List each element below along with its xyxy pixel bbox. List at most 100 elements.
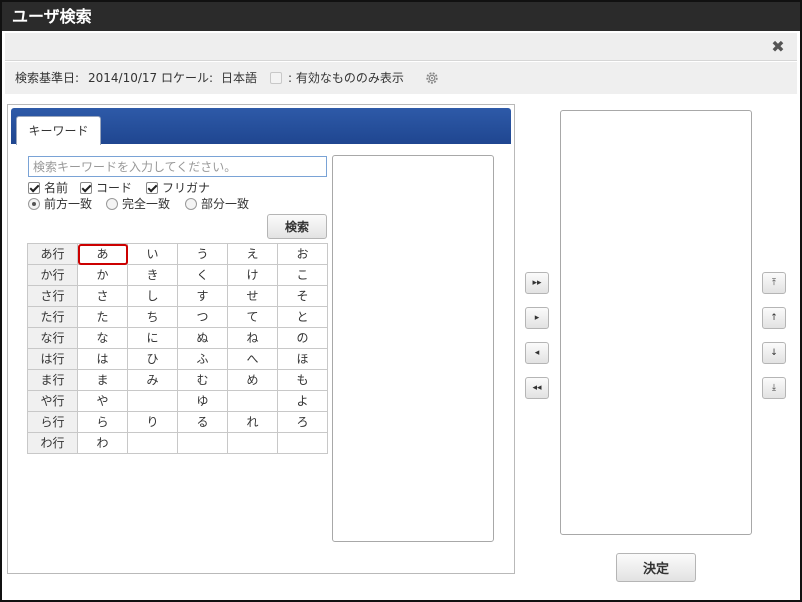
kana-cell[interactable]: よ	[277, 390, 328, 412]
field-furigana-option[interactable]: フリガナ	[146, 181, 210, 195]
kana-cell[interactable]: ら	[77, 411, 128, 433]
close-icon[interactable]: ✖	[769, 38, 787, 56]
search-result-list[interactable]	[332, 155, 494, 542]
kana-row: た行たちつてと	[27, 306, 328, 328]
field-furigana-checkbox[interactable]	[146, 182, 158, 194]
kana-cell[interactable]: ひ	[127, 348, 178, 370]
search-input[interactable]	[28, 156, 327, 177]
gear-icon[interactable]	[425, 71, 439, 85]
kana-row: あ行あいうえお	[27, 243, 328, 265]
search-button[interactable]: 検索	[267, 214, 327, 239]
kana-row: な行なにぬねの	[27, 327, 328, 349]
field-name-option[interactable]: 名前	[28, 181, 68, 195]
tab-keyword[interactable]: キーワード	[16, 116, 101, 145]
kana-cell[interactable]: と	[277, 306, 328, 328]
kana-cell	[127, 390, 178, 412]
kana-cell[interactable]: る	[177, 411, 228, 433]
kana-cell[interactable]: り	[127, 411, 178, 433]
kana-cell[interactable]: ゆ	[177, 390, 228, 412]
valid-only-label: : 有効なもののみ表示	[288, 71, 404, 85]
kana-cell	[127, 432, 178, 454]
kana-cell[interactable]: に	[127, 327, 178, 349]
kana-cell[interactable]: ね	[227, 327, 278, 349]
locale-value: 日本語	[221, 71, 258, 85]
kana-cell	[227, 390, 278, 412]
kana-cell[interactable]: せ	[227, 285, 278, 307]
move-bottom-button[interactable]: ⤓	[762, 377, 786, 399]
kana-cell[interactable]: め	[227, 369, 278, 391]
field-name-checkbox[interactable]	[28, 182, 40, 194]
kana-cell[interactable]: の	[277, 327, 328, 349]
kana-row-head[interactable]: ら行	[27, 411, 78, 433]
kana-cell[interactable]: す	[177, 285, 228, 307]
match-prefix-option[interactable]: 前方一致	[28, 197, 92, 211]
kana-row-head[interactable]: な行	[27, 327, 78, 349]
kana-cell[interactable]: し	[127, 285, 178, 307]
remove-button[interactable]: ◂	[525, 342, 549, 364]
kana-cell	[177, 432, 228, 454]
kana-cell[interactable]: き	[127, 264, 178, 286]
match-partial-radio[interactable]	[185, 198, 197, 210]
kana-cell[interactable]: え	[227, 243, 278, 265]
kana-row-head[interactable]: あ行	[27, 243, 78, 265]
kana-cell[interactable]: あ	[77, 243, 128, 265]
kana-cell[interactable]: て	[227, 306, 278, 328]
match-prefix-radio[interactable]	[28, 198, 40, 210]
kana-row-head[interactable]: さ行	[27, 285, 78, 307]
field-code-option[interactable]: コード	[80, 181, 132, 195]
base-date-label: 検索基準日:	[15, 71, 80, 85]
kana-cell[interactable]: へ	[227, 348, 278, 370]
move-top-button[interactable]: ⤒	[762, 272, 786, 294]
kana-cell[interactable]: み	[127, 369, 178, 391]
kana-cell[interactable]: む	[177, 369, 228, 391]
kana-cell[interactable]: ま	[77, 369, 128, 391]
add-all-button[interactable]: ▸▸	[525, 272, 549, 294]
kana-row-head[interactable]: や行	[27, 390, 78, 412]
kana-cell[interactable]: た	[77, 306, 128, 328]
field-code-checkbox[interactable]	[80, 182, 92, 194]
kana-cell[interactable]: か	[77, 264, 128, 286]
kana-row-head[interactable]: は行	[27, 348, 78, 370]
kana-cell[interactable]: い	[127, 243, 178, 265]
kana-cell[interactable]: こ	[277, 264, 328, 286]
kana-cell[interactable]: く	[177, 264, 228, 286]
kana-row-head[interactable]: わ行	[27, 432, 78, 454]
match-prefix-label: 前方一致	[44, 197, 93, 211]
kana-cell[interactable]: つ	[177, 306, 228, 328]
kana-row-head[interactable]: か行	[27, 264, 78, 286]
decide-button[interactable]: 決定	[616, 553, 696, 582]
kana-cell[interactable]: さ	[77, 285, 128, 307]
kana-cell[interactable]: も	[277, 369, 328, 391]
kana-cell[interactable]: れ	[227, 411, 278, 433]
kana-cell[interactable]: そ	[277, 285, 328, 307]
kana-cell[interactable]: う	[177, 243, 228, 265]
match-exact-option[interactable]: 完全一致	[106, 197, 170, 211]
kana-cell[interactable]: な	[77, 327, 128, 349]
kana-cell[interactable]: わ	[77, 432, 128, 454]
kana-cell[interactable]: や	[77, 390, 128, 412]
kana-cell[interactable]: ち	[127, 306, 178, 328]
match-exact-label: 完全一致	[122, 197, 171, 211]
match-exact-radio[interactable]	[106, 198, 118, 210]
kana-cell[interactable]: は	[77, 348, 128, 370]
valid-only-checkbox[interactable]	[270, 72, 282, 84]
move-down-button[interactable]: ↓	[762, 342, 786, 364]
match-partial-option[interactable]: 部分一致	[185, 197, 249, 211]
kana-row: は行はひふへほ	[27, 348, 328, 370]
user-search-dialog: ユーザ検索 ✖ 検索基準日: 2014/10/17 ロケール: 日本語 : 有効…	[0, 0, 802, 602]
kana-row-head[interactable]: ま行	[27, 369, 78, 391]
kana-cell[interactable]: け	[227, 264, 278, 286]
kana-cell[interactable]: ほ	[277, 348, 328, 370]
move-up-button[interactable]: ↑	[762, 307, 786, 329]
kana-cell	[277, 432, 328, 454]
kana-cell[interactable]: ぬ	[177, 327, 228, 349]
dialog-title: ユーザ検索	[2, 2, 800, 31]
remove-all-button[interactable]: ◂◂	[525, 377, 549, 399]
selected-user-list[interactable]	[560, 110, 752, 535]
kana-cell[interactable]: ろ	[277, 411, 328, 433]
match-partial-label: 部分一致	[201, 197, 250, 211]
kana-cell[interactable]: ふ	[177, 348, 228, 370]
add-button[interactable]: ▸	[525, 307, 549, 329]
kana-cell[interactable]: お	[277, 243, 328, 265]
kana-row-head[interactable]: た行	[27, 306, 78, 328]
